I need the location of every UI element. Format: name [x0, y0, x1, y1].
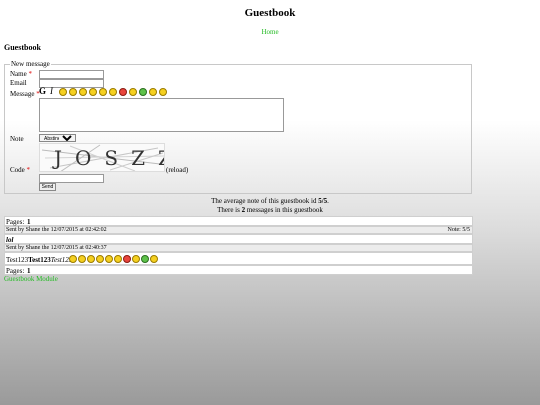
message-textarea[interactable] — [39, 98, 284, 132]
note-label: Note — [10, 135, 24, 143]
pagination-label: Pages: — [6, 267, 25, 275]
pagination-top: Pages: 1 — [4, 216, 473, 226]
message-body: lol — [4, 234, 473, 244]
smiley-icon — [105, 255, 113, 263]
pagination-label: Pages: — [6, 218, 25, 226]
smiley-icon[interactable] — [99, 88, 107, 96]
smiley-icon[interactable] — [89, 88, 97, 96]
send-button[interactable]: Send — [39, 183, 56, 191]
guestbook-module-link[interactable]: Guestbook Module — [4, 275, 58, 283]
code-input[interactable] — [39, 174, 104, 183]
sick-smiley-icon[interactable] — [139, 88, 147, 96]
smiley-icon — [78, 255, 86, 263]
smiley-icon — [150, 255, 158, 263]
message-count-text: There is 2 messages in this guestbook — [217, 206, 323, 214]
message-meta: Sent by Shane the 12/07/2015 at 02:40:37 — [6, 245, 107, 251]
angry-smiley-icon[interactable] — [119, 88, 127, 96]
smiley-icon[interactable] — [159, 88, 167, 96]
email-input[interactable] — [39, 79, 104, 88]
smiley-icon — [87, 255, 95, 263]
message-note: Note: 5/5 — [447, 227, 471, 233]
message-label: Message * — [10, 90, 40, 98]
reload-captcha-link[interactable]: (reload) — [166, 166, 188, 174]
captcha-image: JOSZZ — [39, 143, 165, 172]
message-text: Test123Test123Test123 — [6, 256, 73, 264]
page-heading: Guestbook — [4, 43, 41, 52]
italic-button[interactable]: I — [50, 86, 53, 96]
smiley-icon[interactable] — [129, 88, 137, 96]
message-meta: Sent by Shane the 12/07/2015 at 02:42:02 — [6, 227, 107, 233]
smiley-icon[interactable] — [109, 88, 117, 96]
pagination-current[interactable]: 1 — [27, 218, 31, 226]
message-header: Sent by Shane the 12/07/2015 at 02:40:37 — [4, 244, 473, 252]
note-select[interactable]: Abstinence — [39, 134, 76, 142]
sick-smiley-icon — [141, 255, 149, 263]
average-note-text: The average note of this guestbook id 5/… — [211, 197, 329, 205]
smiley-icon[interactable] — [69, 88, 77, 96]
fieldset-legend: New message — [10, 60, 51, 68]
angry-smiley-icon — [123, 255, 131, 263]
bold-button[interactable]: G — [39, 86, 46, 96]
smiley-icon[interactable] — [149, 88, 157, 96]
message-header: Sent by Shane the 12/07/2015 at 02:42:02… — [4, 226, 473, 234]
name-input[interactable] — [39, 70, 104, 79]
name-label: Name * — [10, 70, 32, 78]
smiley-icon — [69, 255, 77, 263]
home-link[interactable]: Home — [0, 28, 540, 36]
smiley-icon[interactable] — [79, 88, 87, 96]
pagination-bottom: Pages: 1 — [4, 265, 473, 275]
smiley-icon — [132, 255, 140, 263]
smiley-icon[interactable] — [59, 88, 67, 96]
message-text: lol — [6, 236, 14, 244]
captcha-text: JOSZZ — [54, 146, 164, 170]
smiley-icon — [96, 255, 104, 263]
pagination-current[interactable]: 1 — [27, 267, 31, 275]
code-label: Code * — [10, 166, 31, 174]
smiley-icon — [114, 255, 122, 263]
email-label: Email — [10, 79, 27, 87]
site-title: Guestbook — [244, 7, 296, 19]
